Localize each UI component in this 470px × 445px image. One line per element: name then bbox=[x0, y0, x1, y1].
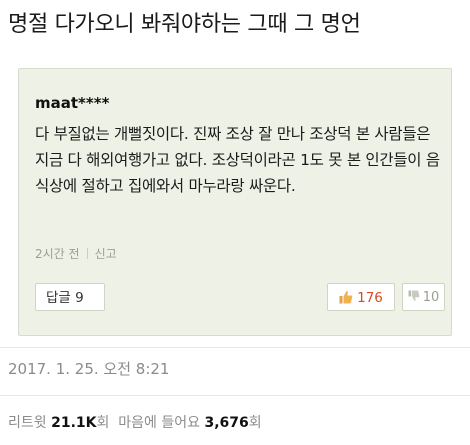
meta-divider bbox=[86, 248, 88, 259]
reply-count: 9 bbox=[75, 290, 84, 306]
like-button[interactable]: 176 bbox=[327, 283, 395, 311]
retweet-label: 리트윗 bbox=[8, 415, 47, 431]
comment-meta: 2시간 전 신고 bbox=[35, 245, 117, 262]
like-unit: 회 bbox=[248, 415, 262, 431]
post-title: 명절 다가오니 봐줘야하는 그때 그 명언 bbox=[8, 12, 361, 37]
like-count: 176 bbox=[357, 290, 383, 306]
dislike-button[interactable]: 10 bbox=[402, 283, 445, 311]
tweet-stats: 리트윗 21.1K회 마음에 들어요 3,676회 bbox=[8, 412, 262, 432]
section-divider bbox=[0, 347, 470, 348]
retweet-count[interactable]: 21.1K bbox=[51, 415, 96, 431]
section-divider bbox=[0, 395, 470, 396]
comment-card: maat**** 다 부질없는 개뻘짓이다. 진짜 조상 잘 만나 조상덕 본 … bbox=[18, 68, 452, 336]
dislike-count: 10 bbox=[422, 290, 440, 305]
reply-button[interactable]: 답글 9 bbox=[35, 283, 105, 311]
thumbs-up-icon bbox=[339, 291, 353, 304]
like-count-total[interactable]: 3,676 bbox=[204, 415, 248, 431]
retweet-unit: 회 bbox=[96, 415, 110, 431]
reply-label: 답글 bbox=[46, 290, 71, 306]
like-label: 마음에 들어요 bbox=[118, 415, 201, 431]
comment-time: 2시간 전 bbox=[35, 247, 80, 261]
tweet-timestamp[interactable]: 2017. 1. 25. 오전 8:21 bbox=[8, 358, 169, 379]
thumbs-down-icon bbox=[408, 290, 420, 301]
comment-text: 다 부질없는 개뻘짓이다. 진짜 조상 잘 만나 조상덕 본 사람들은 지금 다… bbox=[35, 125, 440, 195]
report-link[interactable]: 신고 bbox=[95, 247, 117, 261]
comment-username[interactable]: maat**** bbox=[35, 94, 109, 112]
